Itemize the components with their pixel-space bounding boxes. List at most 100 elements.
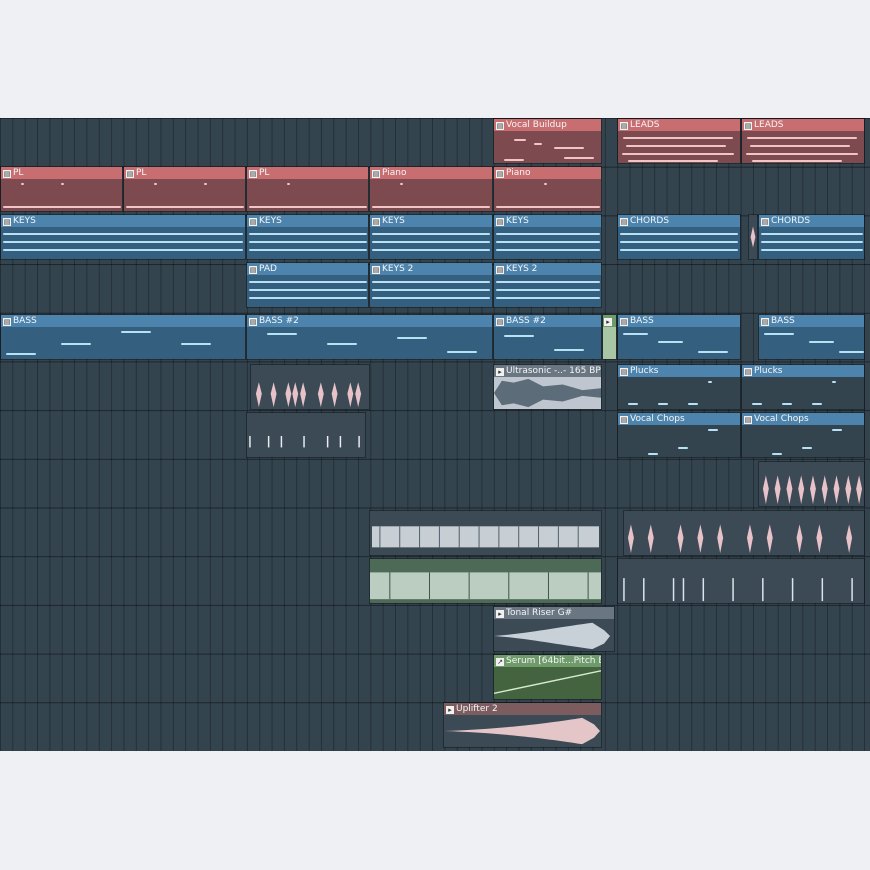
clip-leads-1[interactable]: ▤ LEADS — [617, 118, 741, 164]
pattern-notes — [618, 327, 740, 359]
audio-waveform — [749, 215, 757, 259]
clip-bass2-2[interactable]: ▤ BASS #2 — [493, 314, 602, 360]
pattern-notes — [618, 131, 740, 163]
pattern-notes — [742, 131, 864, 163]
clip-label: PL — [259, 168, 270, 178]
pattern-notes — [742, 377, 864, 409]
automation-icon: ↗ — [496, 658, 504, 666]
pattern-icon: ▤ — [372, 218, 380, 226]
clip-chords-1[interactable]: ▤ CHORDS — [617, 214, 741, 260]
audio-clip-icon: ▸ — [496, 610, 504, 618]
pattern-notes — [247, 275, 368, 307]
audio-clip-icon: ▸ — [446, 706, 454, 714]
audio-waveform — [444, 715, 601, 747]
clip-bass-3[interactable]: ▤ BASS — [758, 314, 865, 360]
pattern-icon: ▤ — [761, 318, 769, 326]
clip-bass-2[interactable]: ▤ BASS — [617, 314, 741, 360]
audio-waveform — [370, 511, 601, 555]
audio-waveform — [618, 559, 864, 603]
clip-bass2-1[interactable]: ▤ BASS #2 — [246, 314, 493, 360]
pattern-notes — [370, 275, 492, 307]
pattern-notes — [742, 425, 864, 457]
pattern-icon: ▤ — [496, 266, 504, 274]
clip-pl-1[interactable]: ▤ PL — [0, 166, 123, 212]
clip-tonal-riser[interactable]: ▸ Tonal Riser G# — [493, 606, 615, 652]
clip-audio-clap-pattern[interactable] — [623, 510, 865, 556]
clip-pad[interactable]: ▤ PAD — [246, 262, 369, 308]
audio-clip-icon: ▸ — [496, 368, 504, 376]
pattern-icon: ▤ — [761, 218, 769, 226]
pattern-notes — [124, 179, 245, 211]
pattern-icon: ▤ — [496, 218, 504, 226]
clip-label: Tonal Riser G# — [506, 608, 573, 618]
pattern-notes — [759, 327, 864, 359]
pattern-notes — [618, 377, 740, 409]
pattern-icon: ▤ — [620, 368, 628, 376]
clip-label: KEYS — [506, 216, 529, 226]
clip-label: CHORDS — [630, 216, 670, 226]
pattern-notes — [618, 425, 740, 457]
audio-waveform — [370, 559, 601, 603]
pattern-notes — [247, 327, 492, 359]
clip-vocal-chops-1[interactable]: ▤ Vocal Chops — [617, 412, 741, 458]
pattern-icon: ▤ — [3, 218, 11, 226]
audio-waveform — [494, 377, 601, 409]
pattern-icon: ▤ — [3, 170, 11, 178]
clip-pl-2[interactable]: ▤ PL — [123, 166, 246, 212]
clip-label: BASS #2 — [506, 316, 546, 326]
clip-label: KEYS 2 — [382, 264, 414, 274]
clip-audio-kick-pattern[interactable] — [758, 461, 865, 507]
audio-waveform — [247, 413, 365, 457]
clip-label: KEYS — [13, 216, 36, 226]
pattern-notes — [370, 179, 492, 211]
clip-audio-green-loop[interactable] — [369, 558, 602, 604]
pattern-notes — [494, 227, 601, 259]
clip-label: Vocal Chops — [630, 414, 685, 424]
clip-keys-3[interactable]: ▤ KEYS — [369, 214, 493, 260]
pattern-notes — [247, 227, 368, 259]
clip-audio-drum-hits[interactable] — [250, 364, 370, 410]
clip-keys-2[interactable]: ▤ KEYS — [246, 214, 369, 260]
clip-audio-hats-loop[interactable] — [369, 510, 602, 556]
clip-keys2-2[interactable]: ▤ KEYS 2 — [493, 262, 602, 308]
audio-waveform — [603, 327, 616, 359]
clip-pl-3[interactable]: ▤ PL — [246, 166, 369, 212]
clip-label: LEADS — [754, 120, 784, 130]
clip-keys2-1[interactable]: ▤ KEYS 2 — [369, 262, 493, 308]
clip-uplifter[interactable]: ▸ Uplifter 2 — [443, 702, 602, 748]
clip-keys-1[interactable]: ▤ KEYS — [0, 214, 246, 260]
clip-bass-1[interactable]: ▤ BASS — [0, 314, 246, 360]
clip-audio-bass-sample[interactable]: ▸ — [602, 314, 617, 360]
pattern-icon: ▤ — [249, 318, 257, 326]
pattern-icon: ▤ — [620, 218, 628, 226]
clip-keys-4[interactable]: ▤ KEYS — [493, 214, 602, 260]
clip-label: KEYS — [259, 216, 282, 226]
clip-plucks-2[interactable]: ▤ Plucks — [741, 364, 865, 410]
clip-label: BASS #2 — [259, 316, 299, 326]
clip-audio-hits[interactable] — [246, 412, 366, 458]
pattern-icon: ▤ — [620, 318, 628, 326]
clip-piano-1[interactable]: ▤ Piano — [369, 166, 493, 212]
pattern-notes — [618, 227, 740, 259]
clip-vocal-chops-2[interactable]: ▤ Vocal Chops — [741, 412, 865, 458]
pattern-notes — [494, 275, 601, 307]
pattern-icon: ▤ — [744, 122, 752, 130]
clip-vocal-buildup[interactable]: ▤ Vocal Buildup — [493, 118, 602, 164]
clip-serum-automation[interactable]: ↗Serum [64bit...Pitch Bend — [493, 654, 602, 700]
clip-audio-perc-pattern[interactable] — [617, 558, 865, 604]
clip-piano-2[interactable]: ▤ Piano — [493, 166, 602, 212]
clip-ultrasonic[interactable]: ▸ Ultrasonic -..- 165 BPM — [493, 364, 602, 410]
pattern-notes — [1, 327, 245, 359]
clip-leads-2[interactable]: ▤ LEADS — [741, 118, 865, 164]
playlist-area[interactable]: ▤ Vocal Buildup ▤ LEADS ▤ LEADS ▤ PL ▤ PL ▤ PL… — [0, 118, 870, 751]
audio-waveform — [251, 365, 369, 409]
clip-chords-2[interactable]: ▤ CHORDS — [758, 214, 865, 260]
clip-audio-chord-sample[interactable] — [748, 214, 758, 260]
pattern-notes — [494, 327, 601, 359]
pattern-icon: ▤ — [249, 218, 257, 226]
audio-waveform — [494, 619, 614, 651]
automation-curve — [494, 667, 601, 699]
clip-label: PL — [13, 168, 24, 178]
clip-plucks-1[interactable]: ▤ Plucks — [617, 364, 741, 410]
clip-label: Ultrasonic -..- 165 BPM — [506, 366, 601, 376]
